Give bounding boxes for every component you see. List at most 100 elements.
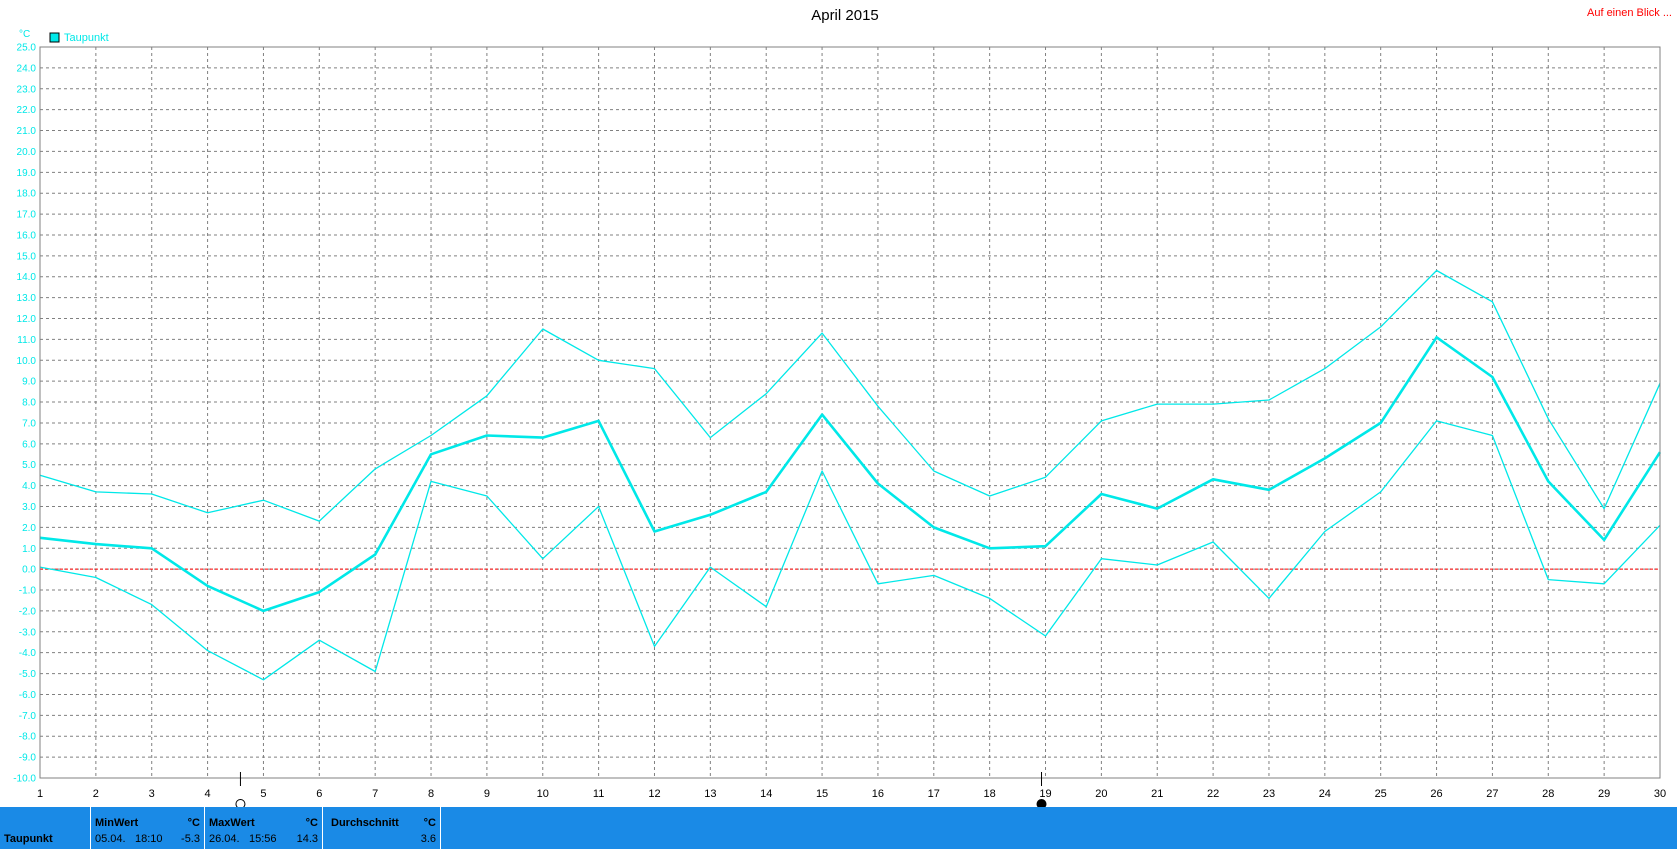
y-axis-ticks: 25.0 24.0 23.0 22.0 21.0 20.0 19.0 18.0 17.0 16.0… [13, 43, 36, 785]
x-tick-label: 7 [372, 788, 378, 800]
new-moon-icon [1036, 799, 1047, 807]
stat-min-date: 05.04. [95, 833, 126, 845]
x-tick-label: 28 [1542, 788, 1554, 800]
y-tick-label: -8.0 [19, 732, 37, 743]
y-tick-label: 11.0 [17, 335, 36, 346]
stat-max: MaxWert °C 26.04. 15:56 14.3 [205, 807, 323, 849]
x-tick-label: 30 [1654, 788, 1666, 800]
y-tick-label: 2.0 [22, 523, 36, 534]
x-tick-label: 17 [928, 788, 940, 800]
stat-max-header: MaxWert [209, 817, 255, 829]
x-tick-label: 29 [1598, 788, 1610, 800]
series-line-avg [39, 335, 1662, 613]
x-tick-label: 20 [1095, 788, 1107, 800]
y-tick-label: 19.0 [17, 168, 37, 179]
x-tick-label: 22 [1207, 788, 1219, 800]
y-tick-label: 0.0 [22, 565, 36, 576]
legend-swatch [49, 32, 60, 43]
stat-min-unit: °C [187, 817, 200, 829]
x-tick-label: 27 [1486, 788, 1498, 800]
y-tick-label: 23.0 [17, 84, 37, 95]
y-tick-label: 10.0 [17, 356, 37, 367]
y-tick-label: -6.0 [19, 690, 37, 701]
stat-avg-value: 3.6 [420, 833, 436, 845]
series-lines [39, 269, 1662, 681]
stat-max-unit: °C [305, 817, 318, 829]
y-tick-label: 15.0 [17, 251, 37, 262]
y-tick-label: -1.0 [19, 586, 37, 597]
y-tick-label: 12.0 [17, 314, 37, 325]
stat-avg-unit: °C [423, 817, 436, 829]
x-tick-label: 10 [537, 788, 549, 800]
y-tick-label: 16.0 [17, 230, 37, 241]
y-tick-label: 17.0 [17, 210, 37, 221]
y-tick-label: 22.0 [17, 105, 37, 116]
y-tick-label: -10.0 [13, 774, 36, 785]
x-tick-label: 2 [93, 788, 99, 800]
y-tick-label: -3.0 [19, 627, 37, 638]
stat-max-value: 14.3 [296, 833, 318, 845]
series-line-min [39, 420, 1661, 681]
x-tick-label: 4 [205, 788, 211, 800]
y-axis-unit: °C [19, 29, 30, 40]
x-tick-label: 13 [704, 788, 716, 800]
stat-min-value: -5.3 [181, 833, 200, 845]
y-tick-label: 9.0 [22, 377, 36, 388]
y-tick-label: 14.0 [17, 272, 37, 283]
stat-avg-header: Durchschnitt [331, 817, 399, 829]
y-tick-label: -9.0 [19, 753, 37, 764]
stat-min-time: 18:10 [135, 833, 163, 845]
stat-max-date: 26.04. [209, 833, 240, 845]
x-tick-label: 18 [984, 788, 996, 800]
y-tick-label: 5.0 [22, 460, 36, 471]
y-tick-label: -2.0 [19, 606, 37, 617]
x-tick-label: 11 [593, 788, 604, 800]
grid [40, 47, 1660, 778]
x-tick-label: 5 [260, 788, 266, 800]
y-tick-label: 4.0 [22, 481, 36, 492]
x-tick-label: 25 [1375, 788, 1387, 800]
y-tick-label: -5.0 [19, 669, 37, 680]
y-tick-label: -7.0 [19, 711, 37, 722]
x-tick-label: 16 [872, 788, 884, 800]
stat-avg: Durchschnitt °C 3.6 [323, 807, 441, 849]
full-moon-icon [235, 799, 246, 807]
y-tick-label: 18.0 [17, 189, 37, 200]
overview-link[interactable]: Auf einen Blick ... [1587, 7, 1672, 19]
y-tick-label: 25.0 [17, 43, 37, 54]
y-tick-label: -4.0 [19, 648, 37, 659]
series-line-max [39, 269, 1661, 522]
y-tick-label: 6.0 [22, 439, 36, 450]
x-tick-label: 12 [648, 788, 660, 800]
x-tick-label: 14 [760, 788, 772, 800]
x-tick-label: 6 [316, 788, 322, 800]
y-tick-label: 24.0 [17, 63, 37, 74]
stats-series-label: Taupunkt [4, 833, 53, 845]
plot-frame [39, 46, 1661, 779]
y-tick-label: 20.0 [17, 147, 37, 158]
x-tick-label: 23 [1263, 788, 1275, 800]
y-tick-label: 3.0 [22, 502, 36, 513]
y-tick-label: 1.0 [22, 544, 36, 555]
x-axis-ticks: 1 2 3 4 5 6 7 8 9 10 11 12 13 14 15 16 17 18 19 20 21 22 23 24 2… [37, 788, 1666, 800]
chart-title: April 2015 [811, 7, 879, 24]
x-tick-label: 21 [1151, 788, 1163, 800]
y-tick-label: 21.0 [17, 126, 37, 137]
stat-min-header: MinWert [95, 817, 139, 829]
x-tick-label: 19 [1039, 788, 1051, 800]
x-tick-label: 3 [149, 788, 155, 800]
y-tick-label: 8.0 [22, 398, 36, 409]
x-tick-label: 8 [428, 788, 434, 800]
stat-min: MinWert °C 05.04. 18:10 -5.3 [90, 807, 205, 849]
x-tick-label: 1 [37, 788, 43, 800]
x-tick-label: 15 [816, 788, 828, 800]
moon-markers [235, 772, 1047, 807]
x-tick-label: 24 [1319, 788, 1331, 800]
legend-label: Taupunkt [64, 32, 109, 44]
x-tick-label: 9 [484, 788, 490, 800]
legend: Taupunkt [49, 32, 109, 44]
y-tick-label: 13.0 [17, 293, 37, 304]
x-tick-label: 26 [1430, 788, 1442, 800]
y-tick-label: 7.0 [22, 418, 36, 429]
stat-max-time: 15:56 [249, 833, 277, 845]
